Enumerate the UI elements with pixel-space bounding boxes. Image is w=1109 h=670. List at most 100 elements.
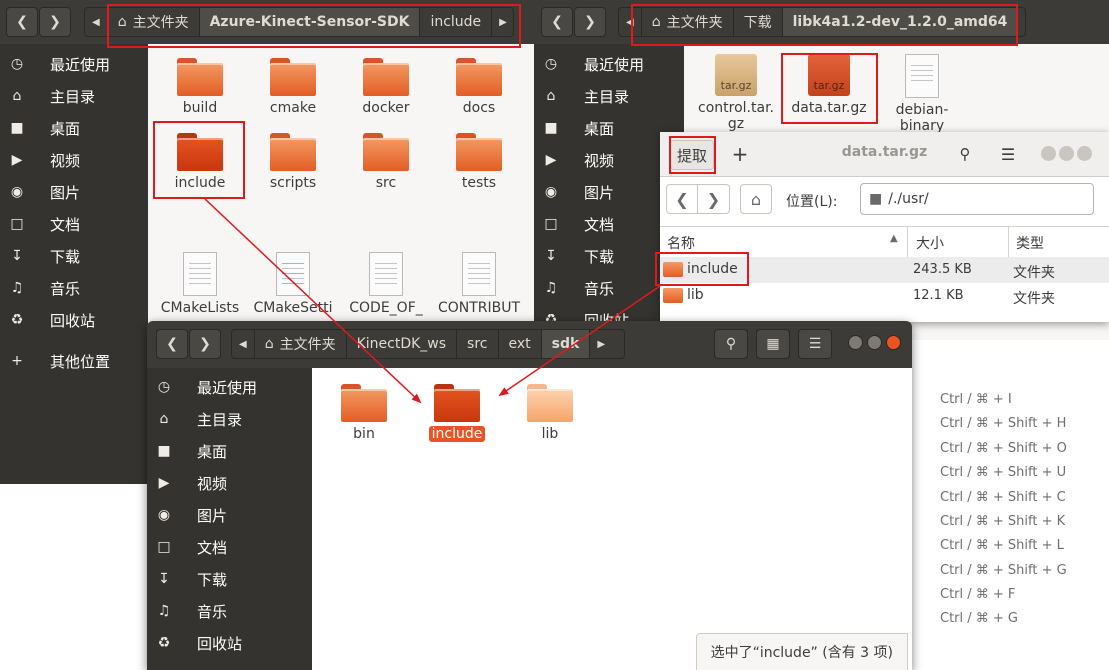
back-button[interactable]: ❮ [666, 184, 698, 214]
breadcrumb-scroll-left[interactable]: ◀ [619, 8, 642, 36]
view-toggle-button[interactable]: ▦ [756, 329, 790, 359]
sidebar-item-downloads[interactable]: ↧ 下载 [147, 563, 312, 595]
chevron-left-icon: ❮ [166, 336, 178, 352]
sidebar-item-pictures[interactable]: ◉ 图片 [147, 499, 312, 531]
sidebar-item-desktop[interactable]: ■ 桌面 [0, 112, 148, 144]
sidebar-item-documents[interactable]: □ 文档 [147, 531, 312, 563]
breadcrumb-scroll-right[interactable]: ▶ [590, 330, 612, 358]
sidebar-item-recent[interactable]: ◷ 最近使用 [147, 371, 312, 403]
menu-button[interactable]: ☰ [798, 329, 832, 359]
table-row[interactable]: lib 12.1 KB 文件夹 [660, 283, 1109, 309]
minimize-button[interactable] [1041, 146, 1056, 161]
table-row[interactable]: include 243.5 KB 文件夹 [660, 257, 1109, 283]
sidebar-item-home[interactable]: ⌂ 主目录 [147, 403, 312, 435]
video-icon: ▶ [545, 152, 557, 168]
file-label: tests [461, 175, 497, 191]
maximize-button[interactable] [1059, 146, 1074, 161]
file-item[interactable]: CMakeSetti [248, 252, 338, 316]
archive-badge: tar.gz [720, 79, 752, 92]
file-label: build [182, 100, 218, 116]
file-item[interactable]: docs [434, 58, 524, 116]
sidebar-item-home[interactable]: ⌂ 主目录 [534, 80, 684, 112]
location-field[interactable]: ■ /./usr/ [860, 183, 1094, 215]
close-button[interactable] [886, 335, 901, 350]
file-item[interactable]: CMakeLists [155, 252, 245, 316]
breadcrumb-item[interactable]: ext [499, 330, 542, 358]
forward-button[interactable]: ❯ [698, 184, 730, 214]
column-name[interactable]: 名称 [667, 233, 695, 253]
sidebar-item-label: 下载 [197, 570, 228, 589]
back-button[interactable]: ❮ [6, 7, 38, 37]
breadcrumb-home[interactable]: ⌂ 主文件夹 [108, 8, 200, 36]
sidebar-item-label: 下载 [50, 247, 81, 266]
breadcrumb-scroll-right[interactable]: ▶ [492, 8, 513, 36]
sidebar-item-documents[interactable]: □ 文档 [0, 208, 148, 240]
back-button[interactable]: ❮ [156, 329, 188, 359]
sidebar-item-trash[interactable]: ♻ 回收站 [0, 304, 148, 336]
breadcrumb-item[interactable]: 下载 [734, 8, 783, 36]
maximize-button[interactable] [867, 335, 882, 350]
file-label: CMakeSetti [253, 300, 333, 316]
sidebar-item-music[interactable]: ♫ 音乐 [147, 595, 312, 627]
file-item[interactable]: build [155, 58, 245, 116]
file-item[interactable]: lib [505, 384, 595, 442]
file-item[interactable]: CONTRIBUT [434, 252, 524, 316]
breadcrumb-item[interactable]: libk4a1.2-dev_1.2.0_amd64 [782, 8, 1019, 36]
file-item-data-tar[interactable]: tar.gz data.tar.gz [784, 54, 874, 116]
folder-icon [456, 58, 502, 96]
file-item[interactable]: tar.gz control.tar. gz [691, 54, 781, 132]
sidebar-item-downloads[interactable]: ↧ 下载 [0, 240, 148, 272]
file-item-include[interactable]: include [155, 133, 245, 191]
sidebar-item-videos[interactable]: ▶ 视频 [147, 467, 312, 499]
sidebar-item-pictures[interactable]: ◉ 图片 [0, 176, 148, 208]
download-icon: ↧ [11, 248, 23, 264]
menu-icon[interactable]: ☰ [993, 140, 1023, 168]
forward-button[interactable]: ❯ [39, 7, 71, 37]
document-icon: □ [157, 539, 171, 555]
breadcrumb-home[interactable]: ⌂ 主文件夹 [642, 8, 734, 36]
breadcrumb-item[interactable]: sdk [541, 330, 591, 358]
folder-icon [270, 58, 316, 96]
home-button[interactable]: ⌂ [740, 184, 772, 214]
file-item[interactable]: src [341, 133, 431, 191]
folder-icon [434, 384, 480, 422]
breadcrumb-item[interactable]: KinectDK_ws [347, 330, 458, 358]
breadcrumb-scroll-left[interactable]: ◀ [85, 8, 108, 36]
close-button[interactable] [1077, 146, 1092, 161]
sort-ascending-icon: ▲ [890, 233, 898, 244]
file-item[interactable]: CODE_OF_ [341, 252, 431, 316]
breadcrumb-home[interactable]: ⌂ 主文件夹 [255, 330, 347, 358]
sidebar-item-recent[interactable]: ◷ 最近使用 [0, 48, 148, 80]
minimize-button[interactable] [848, 335, 863, 350]
search-icon[interactable]: ⚲ [950, 140, 980, 168]
forward-button[interactable]: ❯ [189, 329, 221, 359]
shortcut-text: Ctrl / ⌘ + Shift + K [940, 514, 1066, 529]
file-item[interactable]: scripts [248, 133, 338, 191]
breadcrumb-item[interactable]: include [420, 8, 493, 36]
sidebar-item-desktop[interactable]: ■ 桌面 [147, 435, 312, 467]
back-button[interactable]: ❮ [541, 7, 573, 37]
sidebar-item-videos[interactable]: ▶ 视频 [0, 144, 148, 176]
search-button[interactable]: ⚲ [714, 329, 748, 359]
breadcrumb-scroll-right[interactable]: ▶ [1018, 8, 1025, 36]
sidebar-item-recent[interactable]: ◷ 最近使用 [534, 48, 684, 80]
chevron-left-icon: ❮ [551, 14, 563, 30]
breadcrumb-item[interactable]: Azure-Kinect-Sensor-SDK [199, 8, 421, 36]
sidebar-item-trash[interactable]: ♻ 回收站 [147, 627, 312, 659]
file-item[interactable]: tests [434, 133, 524, 191]
breadcrumb-scroll-left[interactable]: ◀ [232, 330, 255, 358]
sidebar-item-home[interactable]: ⌂ 主目录 [0, 80, 148, 112]
sidebar-item-music[interactable]: ♫ 音乐 [0, 272, 148, 304]
sidebar-item-other-locations[interactable]: + 其他位置 [0, 345, 148, 377]
file-item[interactable]: cmake [248, 58, 338, 116]
row-type: 文件夹 [1013, 291, 1055, 307]
forward-button[interactable]: ❯ [574, 7, 606, 37]
column-type[interactable]: 类型 [1016, 233, 1044, 253]
file-label: cmake [269, 100, 317, 116]
file-item[interactable]: debian- binary [877, 54, 967, 134]
file-item-include[interactable]: include [412, 384, 502, 442]
file-item[interactable]: bin [319, 384, 409, 442]
breadcrumb-item[interactable]: src [457, 330, 499, 358]
column-size[interactable]: 大小 [916, 233, 944, 253]
file-item[interactable]: docker [341, 58, 431, 116]
